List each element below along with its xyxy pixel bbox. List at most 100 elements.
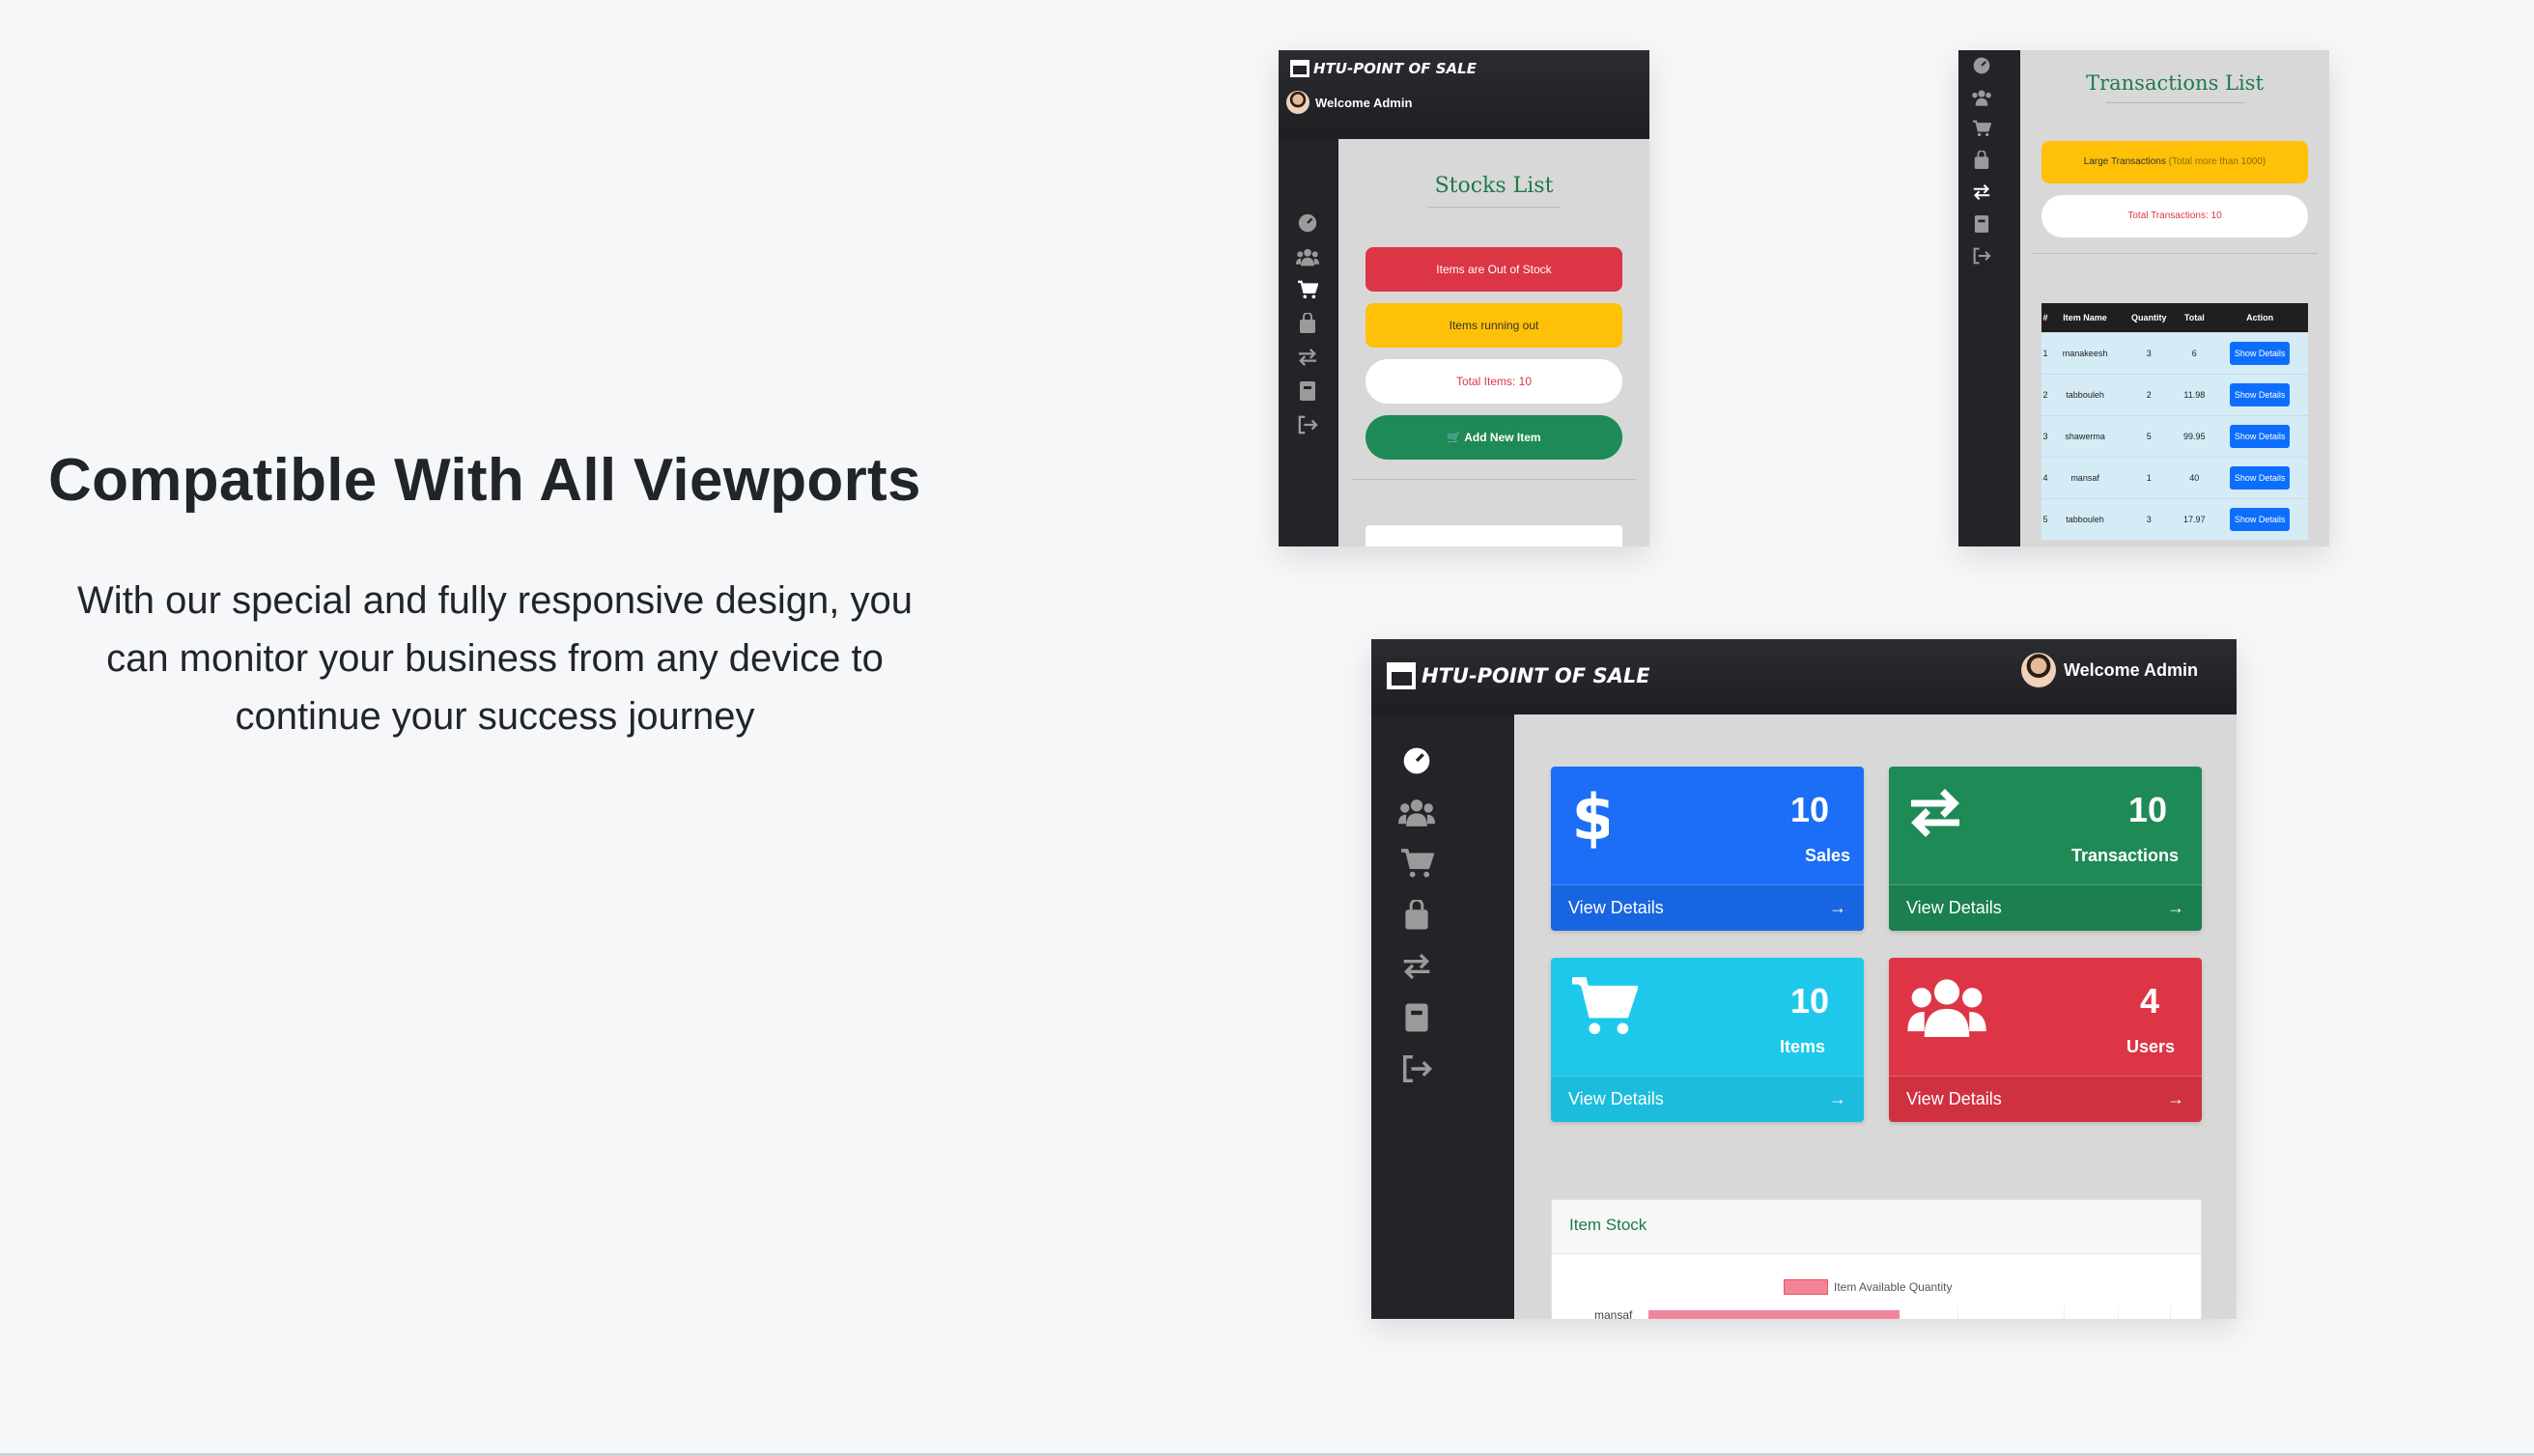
store-icon (1290, 60, 1309, 77)
sales-card[interactable]: $ 10 Sales View Details → (1551, 767, 1864, 931)
table-cell-n: 4 (2041, 456, 2049, 498)
chart-gridline (1957, 1306, 1958, 1319)
app-header: HTU-POINT OF SALE Welcome Admin (1371, 639, 2237, 714)
view-details-label: View Details (1906, 1089, 2002, 1108)
cart-icon[interactable] (1297, 280, 1318, 299)
table-cell-n: 3 (2041, 414, 2049, 457)
table-cell-name: tabbouleh (2048, 497, 2122, 540)
cart-icon (1572, 977, 1638, 1035)
content-area: Stocks List Items are Out of Stock Items… (1338, 139, 1649, 546)
add-new-item-label: Add New Item (1464, 431, 1541, 444)
table-cell-total: 17.97 (2177, 497, 2212, 540)
logout-icon[interactable] (1297, 415, 1318, 434)
sales-view-details[interactable]: View Details → (1551, 884, 1864, 931)
logout-icon[interactable] (1972, 247, 1991, 265)
chart-bar (1648, 1310, 1900, 1319)
large-transactions-alert[interactable]: Large Transactions (Total more than 1000… (2041, 141, 2308, 183)
table-cell-total: 11.98 (2177, 373, 2212, 415)
item-stock-header: Item Stock (1552, 1200, 2201, 1254)
app-brand: HTU-POINT OF SALE (1313, 60, 1477, 77)
exchange-icon[interactable] (1297, 348, 1318, 367)
page-title: Stocks List (1434, 174, 1554, 198)
users-view-details[interactable]: View Details → (1889, 1076, 2202, 1122)
store-icon (1387, 662, 1416, 689)
table-row: 5 tabbouleh 3 17.97 Show Details (2041, 497, 2308, 540)
sales-count: 10 (1789, 790, 1829, 829)
dashboard-icon[interactable] (1972, 56, 1991, 75)
users-icon[interactable] (1398, 798, 1435, 826)
dashboard-icon[interactable] (1297, 212, 1318, 234)
table-header-cell: Item Name (2048, 303, 2122, 332)
chart-row-label: mansaf (1594, 1308, 1633, 1319)
sidebar (1964, 56, 1999, 265)
items-label: Items (1779, 1037, 1825, 1056)
app-brand: HTU-POINT OF SALE (1422, 664, 1650, 687)
items-view-details[interactable]: View Details → (1551, 1076, 1864, 1122)
view-details-label: View Details (1906, 898, 2002, 917)
transactions-card[interactable]: 10 Transactions View Details → (1889, 767, 2202, 931)
add-new-item-button[interactable]: 🛒 Add New Item (1366, 415, 1622, 460)
legend-swatch (1784, 1279, 1828, 1295)
show-details-button[interactable]: Show Details (2229, 507, 2291, 531)
total-items-badge: Total Items: 10 (1366, 359, 1622, 404)
arrow-right-icon: → (2167, 1089, 2184, 1108)
transactions-view-details[interactable]: View Details → (1889, 884, 2202, 931)
cart-icon[interactable] (1399, 848, 1434, 879)
avatar (1286, 91, 1309, 114)
arrow-right-icon: → (1829, 898, 1846, 917)
large-transactions-note: (Total more than 1000) (2168, 156, 2267, 167)
sidebar (1290, 212, 1325, 434)
table-cell-n: 2 (2041, 373, 2049, 415)
item-stock-panel: Item Stock Item Available Quantity mansa… (1551, 1199, 2202, 1319)
table-header-cell: Action (2211, 303, 2308, 332)
table-cell-qty: 1 (2121, 456, 2178, 498)
users-icon[interactable] (1971, 89, 1992, 106)
table-cell-qty: 3 (2121, 331, 2178, 374)
table-header-cell: Total (2177, 303, 2212, 332)
report-icon[interactable] (1299, 380, 1316, 402)
content-area: Transactions List Large Transactions (To… (2020, 50, 2329, 546)
exchange-icon[interactable] (1401, 952, 1432, 981)
exchange-icon (1911, 789, 1959, 837)
arrow-right-icon: → (2167, 898, 2184, 917)
show-details-button[interactable]: Show Details (2229, 341, 2291, 365)
transactions-table: # Item Name Quantity Total Action 1 manakeesh… (2041, 303, 2308, 540)
table-cell-n: 5 (2041, 497, 2049, 540)
sales-label: Sales (1804, 846, 1850, 865)
running-out-alert[interactable]: Items running out (1366, 303, 1622, 348)
chart-legend: Item Available Quantity (1784, 1279, 1953, 1295)
users-label: Users (2126, 1037, 2175, 1056)
logout-icon[interactable] (1400, 1054, 1433, 1083)
table-cell-action: Show Details (2211, 414, 2308, 457)
table-header-cell: # (2041, 303, 2049, 332)
bag-icon[interactable] (1973, 151, 1990, 170)
dollar-icon: $ (1571, 784, 1609, 850)
items-card[interactable]: 10 Items View Details → (1551, 958, 1864, 1122)
page-title: Transactions List (2086, 71, 2264, 95)
table-cell-name: mansaf (2048, 456, 2122, 498)
report-icon[interactable] (1404, 1002, 1429, 1033)
table-header-cell: Quantity (2121, 303, 2178, 332)
users-count: 4 (2139, 981, 2159, 1021)
exchange-icon[interactable] (1972, 183, 1991, 201)
dashboard-icon[interactable] (1401, 745, 1432, 776)
show-details-button[interactable]: Show Details (2229, 382, 2291, 406)
show-details-button[interactable]: Show Details (2229, 465, 2291, 490)
users-icon[interactable] (1296, 247, 1319, 266)
stock-table-card (1366, 525, 1622, 546)
legend-label: Item Available Quantity (1834, 1280, 1953, 1294)
users-card[interactable]: 4 Users View Details → (1889, 958, 2202, 1122)
show-details-button[interactable]: Show Details (2229, 424, 2291, 448)
table-cell-qty: 5 (2121, 414, 2178, 457)
bag-icon[interactable] (1298, 313, 1317, 334)
out-of-stock-alert[interactable]: Items are Out of Stock (1366, 247, 1622, 292)
bag-icon[interactable] (1402, 900, 1431, 931)
app-header: HTU-POINT OF SALE Welcome Admin (1279, 50, 1649, 139)
table-row: 2 tabbouleh 2 11.98 Show Details (2041, 373, 2308, 415)
cart-icon[interactable] (1972, 120, 1991, 137)
avatar (2020, 653, 2056, 687)
total-transactions-badge: Total Transactions: 10 (2041, 195, 2308, 238)
large-transactions-label: Large Transactions (2083, 156, 2166, 167)
table-cell-action: Show Details (2211, 456, 2308, 498)
report-icon[interactable] (1974, 214, 1989, 234)
